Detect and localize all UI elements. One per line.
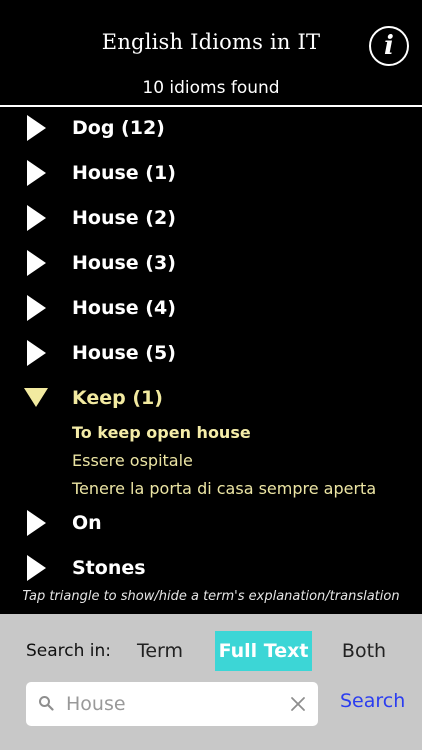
search-button[interactable]: Search: [340, 690, 405, 712]
list-item[interactable]: Dog (12): [0, 105, 422, 150]
idiom-translation: Tenere la porta di casa sempre aperta: [72, 479, 377, 498]
option-full-text[interactable]: Full Text: [215, 631, 312, 671]
triangle-right-icon[interactable]: [27, 294, 46, 321]
triangle-right-icon[interactable]: [27, 159, 46, 186]
idiom-translation: Essere ospitale: [72, 451, 193, 470]
list-item-label: House (2): [72, 206, 176, 229]
list-item[interactable]: Stones: [0, 545, 422, 590]
search-in-label: Search in:: [26, 641, 112, 661]
list-item-label: Stones: [72, 556, 146, 579]
list-item[interactable]: House (2): [0, 195, 422, 240]
list-item-label: On: [72, 511, 102, 534]
triangle-right-icon[interactable]: [27, 249, 46, 276]
list-item[interactable]: House (3): [0, 240, 422, 285]
info-button[interactable]: i: [369, 26, 409, 66]
option-both[interactable]: Both: [334, 631, 394, 671]
result-count: 10 idioms found: [142, 78, 280, 98]
triangle-right-icon[interactable]: [27, 509, 46, 536]
triangle-right-icon[interactable]: [27, 204, 46, 231]
list-item-label: Dog (12): [72, 116, 165, 139]
list-item[interactable]: House (5): [0, 330, 422, 375]
clear-icon[interactable]: [288, 694, 308, 714]
info-icon: i: [384, 31, 394, 61]
idiom-list: Dog (12) House (1) House (2) House (3) H…: [0, 107, 422, 584]
list-item-label: House (1): [72, 161, 176, 184]
idiom-term: To keep open house: [72, 423, 251, 442]
list-item[interactable]: House (4): [0, 285, 422, 330]
header: English Idioms in IT i 10 idioms found: [0, 0, 422, 107]
triangle-right-icon[interactable]: [27, 114, 46, 141]
triangle-down-icon[interactable]: [24, 388, 48, 407]
search-icon: [39, 696, 54, 711]
list-item-label: House (4): [72, 296, 176, 319]
app-title: English Idioms in IT: [101, 30, 321, 54]
option-term[interactable]: Term: [128, 631, 192, 671]
list-item-label: House (5): [72, 341, 176, 364]
triangle-right-icon[interactable]: [27, 554, 46, 581]
list-item[interactable]: On: [0, 500, 422, 545]
search-panel: Search in: Term Full Text Both Search: [0, 614, 422, 750]
search-input[interactable]: [66, 682, 286, 726]
search-field[interactable]: [26, 682, 318, 726]
list-item[interactable]: House (1): [0, 150, 422, 195]
list-item-expanded[interactable]: Keep (1): [0, 375, 422, 420]
list-item-label: House (3): [72, 251, 176, 274]
list-item-label: Keep (1): [72, 386, 163, 409]
triangle-right-icon[interactable]: [27, 339, 46, 366]
usage-hint: Tap triangle to show/hide a term's expla…: [22, 589, 400, 604]
